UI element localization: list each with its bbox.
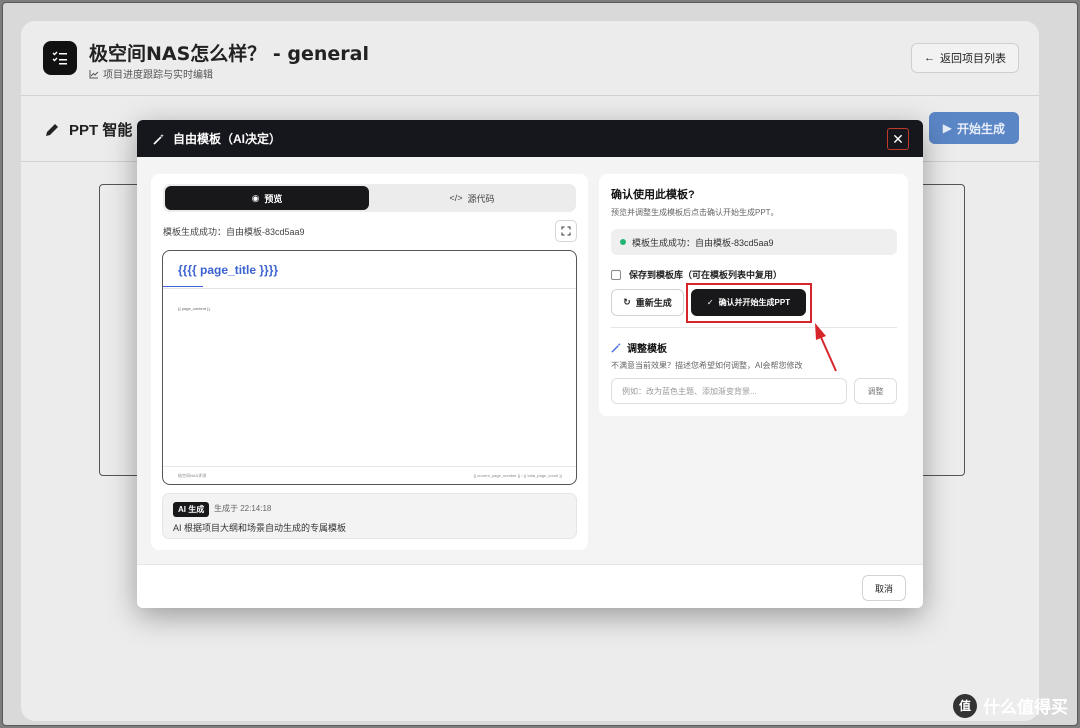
- adjust-title-label: 调整模板: [627, 344, 667, 355]
- magic-wand-icon: [611, 342, 621, 353]
- chart-line-icon: [89, 69, 99, 78]
- divider: [611, 327, 897, 328]
- app-header: 极空间NAS怎么样？ - general 项目进度跟踪与实时编辑 ← 返回项目列…: [21, 21, 1039, 96]
- back-button-label: 返回项目列表: [940, 53, 1006, 65]
- check-icon: ✓: [706, 298, 714, 307]
- modal-footer: 取消: [137, 564, 923, 608]
- code-icon: </>: [449, 193, 463, 203]
- preview-page-content: {{ page_content }}: [178, 306, 210, 311]
- save-to-library-row[interactable]: 保存到模板库（可在模板列表中复用）: [611, 268, 782, 281]
- close-icon: ✕: [892, 130, 904, 147]
- preview-footer-right: {{ current_page_number }} / {{ total_pag…: [473, 473, 562, 478]
- play-icon: ▶: [942, 121, 952, 135]
- modal-header: 自由模板（AI决定） ✕: [137, 120, 923, 157]
- adjust-button[interactable]: 调整: [854, 378, 897, 404]
- success-dot-icon: [620, 239, 626, 245]
- tab-preview[interactable]: ◉ 预览: [165, 186, 369, 210]
- expand-icon: [561, 226, 571, 236]
- success-text: 模板生成成功：自由模板-83cd5aa9: [632, 237, 774, 248]
- confirm-generate-label: 确认并开始生成PPT: [718, 298, 791, 307]
- ppt-section-label: PPT 智能: [69, 122, 133, 139]
- ai-generated-time: 生成于 22:14:18: [214, 504, 272, 513]
- save-to-library-checkbox[interactable]: [611, 269, 621, 280]
- regenerate-label: 重新生成: [635, 298, 672, 308]
- preview-footer-left: 极空间NAS评测: [178, 473, 207, 478]
- page-title: 极空间NAS怎么样？ - general: [89, 43, 370, 65]
- back-to-projects-button[interactable]: ← 返回项目列表: [911, 43, 1019, 73]
- confirm-title: 确认使用此模板?: [611, 189, 695, 201]
- generation-status: 模板生成成功：自由模板-83cd5aa9: [163, 227, 305, 237]
- tab-preview-label: 预览: [264, 193, 283, 204]
- watermark-text: 什么值得买: [983, 698, 1068, 717]
- refresh-icon: ↻: [623, 297, 631, 307]
- adjust-input[interactable]: 例如：改为蓝色主题、添加渐变背景...: [611, 378, 847, 404]
- fullscreen-button[interactable]: [555, 220, 577, 242]
- confirm-panel: 确认使用此模板? 预览并调整生成模板后点击确认开始生成PPT。 模板生成成功：自…: [599, 174, 908, 416]
- ppt-section-title: PPT 智能: [43, 119, 132, 140]
- preview-footer-line: [163, 466, 576, 467]
- confirm-generate-button[interactable]: ✓ 确认并开始生成PPT: [691, 289, 806, 316]
- regenerate-button[interactable]: ↻ 重新生成: [611, 289, 684, 316]
- ai-info-box: AI 生成 生成于 22:14:18 AI 根据项目大纲和场景自动生成的专属模板: [162, 493, 577, 539]
- start-generate-label: 开始生成: [956, 121, 1005, 136]
- save-to-library-label: 保存到模板库（可在模板列表中复用）: [629, 270, 783, 280]
- checklist-icon: [52, 51, 67, 65]
- page-subtitle: 项目进度跟踪与实时编辑: [89, 66, 213, 81]
- template-modal: 自由模板（AI决定） ✕ ◉ 预览 </> 源代码 模板生成成功：自由模板-83…: [137, 120, 923, 608]
- preview-page-title: {{{{ page_title }}}}: [178, 263, 279, 277]
- watermark-logo: 值: [953, 693, 977, 718]
- preview-header-line: [163, 288, 576, 289]
- adjust-subtitle: 不满意当前效果？描述您希望如何调整，AI会帮您修改: [611, 361, 803, 370]
- eye-icon: ◉: [251, 192, 260, 203]
- close-button[interactable]: ✕: [887, 128, 909, 150]
- ai-description: AI 根据项目大纲和场景自动生成的专属模板: [173, 523, 347, 533]
- tab-source-code[interactable]: </> 源代码: [370, 186, 574, 210]
- confirm-subtitle: 预览并调整生成模板后点击确认开始生成PPT。: [611, 208, 779, 217]
- page-subtitle-text: 项目进度跟踪与实时编辑: [103, 70, 213, 81]
- ai-badge: AI 生成: [173, 502, 210, 517]
- app-logo: [43, 41, 77, 75]
- template-preview: {{{{ page_title }}}} {{ page_content }} …: [162, 250, 577, 485]
- adjust-title: 调整模板: [611, 340, 667, 355]
- preview-panel: ◉ 预览 </> 源代码 模板生成成功：自由模板-83cd5aa9 {{{{ p…: [151, 174, 588, 550]
- view-tabs: ◉ 预览 </> 源代码: [163, 184, 576, 212]
- success-status: 模板生成成功：自由模板-83cd5aa9: [611, 229, 897, 255]
- tab-source-label: 源代码: [467, 193, 495, 204]
- arrow-left-icon: ←: [924, 52, 935, 64]
- start-generate-button[interactable]: ▶ 开始生成: [928, 112, 1019, 144]
- magic-wand-icon: [153, 133, 164, 145]
- modal-title: 自由模板（AI决定）: [173, 132, 282, 146]
- pencil-icon: [46, 123, 58, 136]
- preview-title-underline: [163, 286, 203, 287]
- watermark: 值 什么值得买: [953, 693, 1068, 718]
- cancel-button[interactable]: 取消: [862, 575, 906, 601]
